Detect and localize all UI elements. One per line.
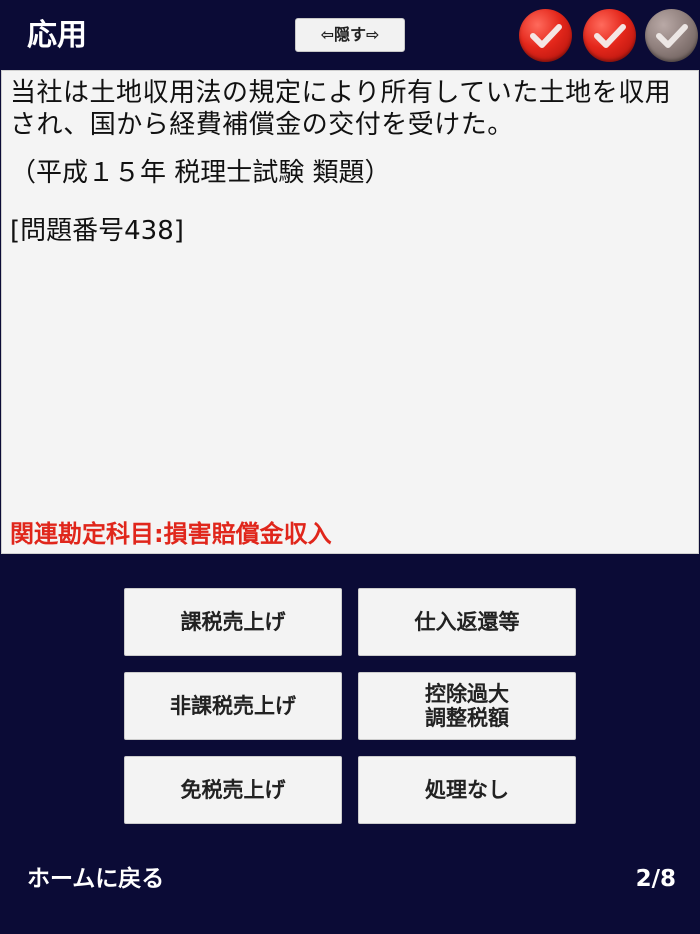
hide-toggle-button[interactable]: ⇦隠す⇨	[295, 18, 405, 52]
check-icon	[656, 24, 688, 48]
question-source: （平成１５年 税理士試験 類題）	[10, 158, 391, 188]
answer-button-non-taxable-sales[interactable]: 非課税売上げ	[124, 672, 342, 740]
answer-button-no-treatment[interactable]: 処理なし	[358, 756, 576, 824]
answer-button-excess-deduction-adjustment[interactable]: 控除過大 調整税額	[358, 672, 576, 740]
answer-button-tax-exempt-sales[interactable]: 免税売上げ	[124, 756, 342, 824]
home-link[interactable]: ホームに戻る	[27, 862, 164, 896]
answer-button-taxable-sales[interactable]: 課税売上げ	[124, 588, 342, 656]
page-indicator: 2/8	[635, 866, 676, 892]
question-text: 当社は土地収用法の規定により所有していた土地を収用され、国から経費補償金の交付を…	[10, 78, 672, 140]
progress-mark-unanswered	[645, 9, 698, 62]
progress-mark-correct	[583, 9, 636, 62]
check-icon	[530, 24, 562, 48]
check-icon	[594, 24, 626, 48]
question-number: [問題番号438]	[10, 216, 184, 246]
related-subject: 関連勘定科目:損害賠償金収入	[10, 520, 332, 548]
page-title: 応用	[27, 18, 87, 53]
answer-button-purchase-returns[interactable]: 仕入返還等	[358, 588, 576, 656]
question-panel: 当社は土地収用法の規定により所有していた土地を収用され、国から経費補償金の交付を…	[1, 70, 699, 554]
progress-mark-correct	[519, 9, 572, 62]
